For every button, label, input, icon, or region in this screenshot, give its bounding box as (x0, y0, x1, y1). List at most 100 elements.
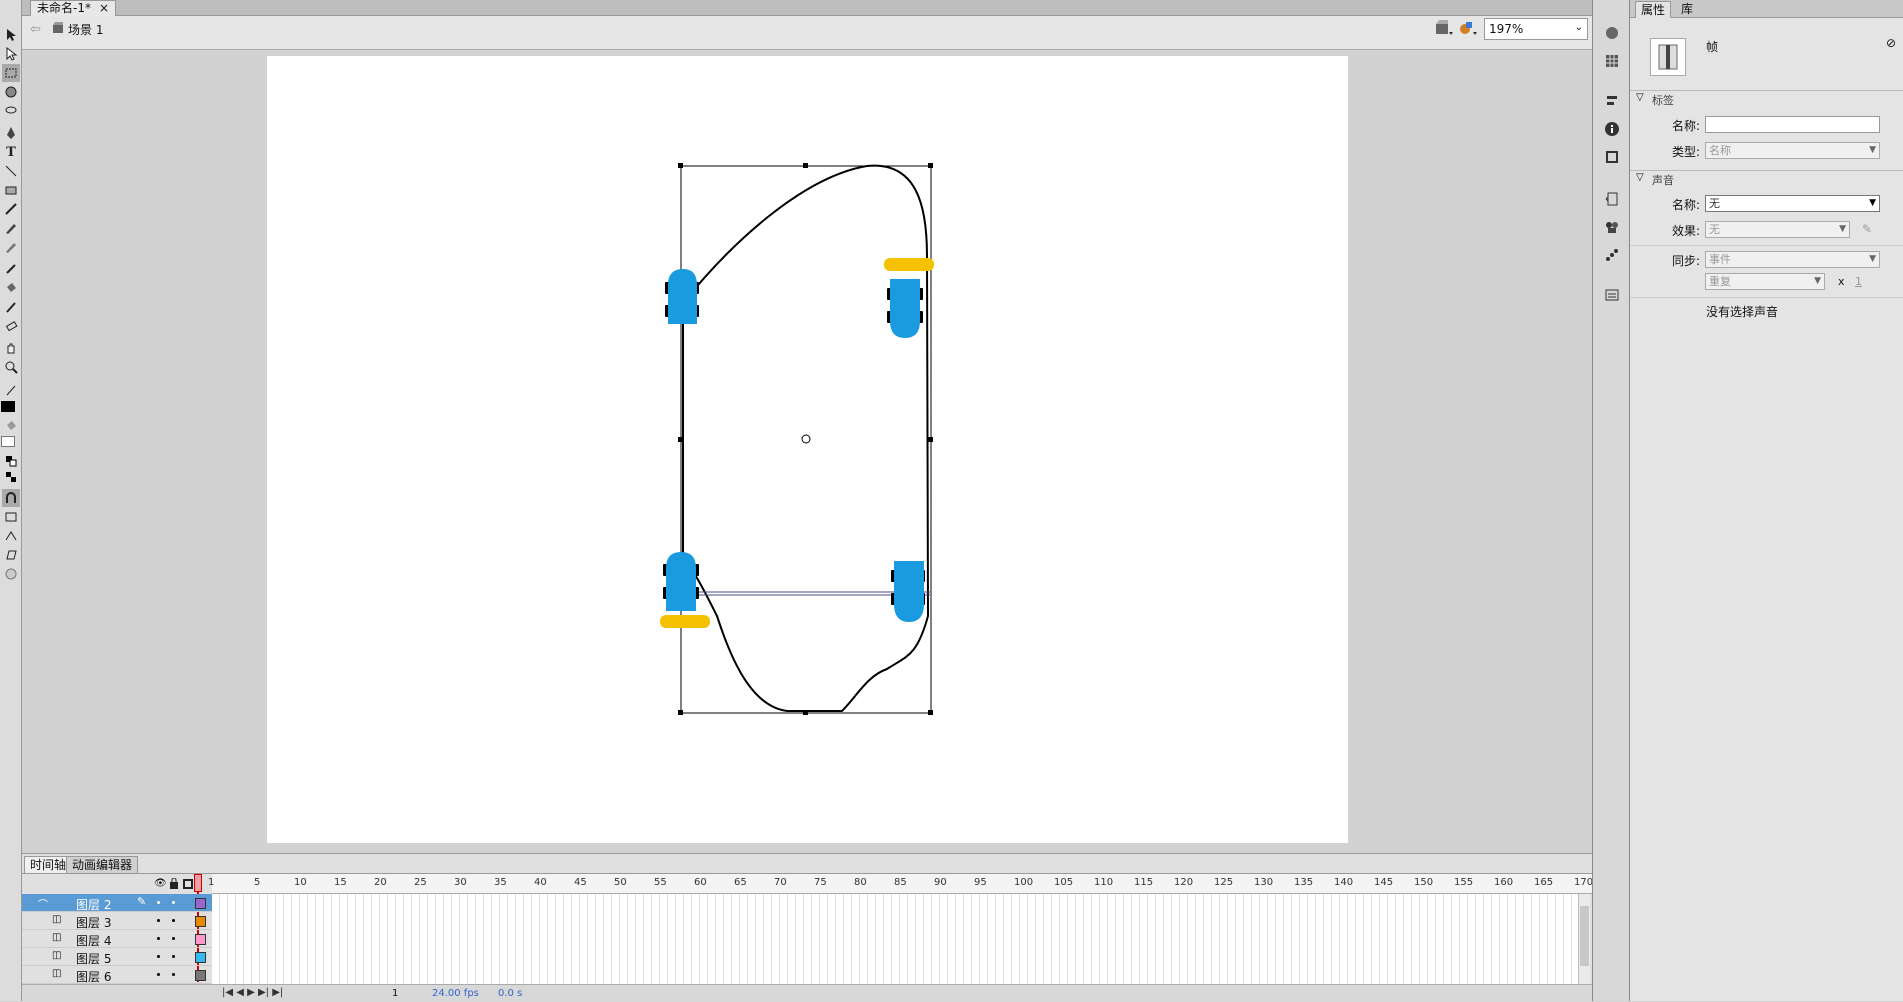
bone-tool-icon[interactable] (2, 260, 20, 278)
selection-tool-icon[interactable] (2, 26, 20, 44)
edit-symbols-icon[interactable] (1459, 20, 1479, 39)
edit-bar: ⇦ 场景 1 197% ⌄ (22, 16, 1592, 50)
label-type-label: 类型: (1671, 145, 1700, 159)
stroke-color-pencil-icon[interactable] (2, 381, 20, 399)
smooth-icon[interactable] (2, 508, 20, 526)
rotate-skew-icon[interactable] (2, 546, 20, 564)
lock-dot[interactable] (172, 919, 175, 922)
info-panel-icon[interactable] (1603, 120, 1621, 138)
visibility-dot[interactable] (157, 955, 160, 958)
visibility-dot[interactable] (157, 937, 160, 940)
pen-tool-icon[interactable] (2, 124, 20, 142)
layer-outline-color-swatch[interactable] (195, 898, 206, 909)
effect-value: 无 (1709, 223, 1720, 236)
stroke-color-swatch[interactable] (1, 401, 15, 412)
frame-rate[interactable]: 24.00 fps (432, 988, 479, 999)
eraser-tool-icon[interactable] (2, 317, 20, 335)
motion-presets-icon[interactable] (1603, 246, 1621, 264)
sound-name-select[interactable]: 无 ▼ (1705, 195, 1880, 212)
tab-timeline[interactable]: 时间轴 (24, 856, 73, 873)
snap-magnet-icon[interactable] (2, 489, 20, 507)
frames-grid[interactable] (212, 894, 1578, 984)
rectangle-tool-icon[interactable] (2, 181, 20, 199)
zoom-tool-icon[interactable] (2, 358, 20, 376)
color-panel-icon[interactable] (1603, 24, 1621, 42)
visibility-dot[interactable] (157, 973, 160, 976)
eye-icon[interactable]: 👁 (154, 878, 167, 889)
effect-select[interactable]: 无 ▼ (1705, 221, 1850, 238)
layer-outline-color-swatch[interactable] (195, 934, 206, 945)
swatches-panel-icon[interactable] (1603, 52, 1621, 70)
ruler-tick-label: 40 (534, 877, 547, 888)
layer-row[interactable]: ⌒ 图层 2 ✎ (22, 894, 212, 912)
tab-motion-editor[interactable]: 动画编辑器 (66, 856, 139, 873)
layer-row[interactable]: ◫ 图层 4 (22, 930, 212, 948)
lock-icon[interactable] (169, 877, 179, 892)
lock-dot[interactable] (172, 955, 175, 958)
fill-color-swatch[interactable] (1, 436, 15, 447)
hand-tool-icon[interactable] (2, 339, 20, 357)
sync-select[interactable]: 事件 ▼ (1705, 251, 1880, 268)
text-tool-icon[interactable]: T (2, 143, 20, 161)
stage-artwork[interactable] (267, 56, 1348, 843)
edit-envelope-pencil-icon[interactable]: ✎ (1862, 222, 1872, 236)
layer-row[interactable]: ◫ 图层 6 (22, 966, 212, 984)
back-arrow-icon[interactable]: ⇦ (30, 22, 41, 37)
stage-canvas[interactable] (267, 56, 1348, 843)
playhead-marker[interactable] (194, 874, 202, 892)
pencil-tool-icon[interactable] (2, 200, 20, 218)
repeat-count[interactable]: 1 (1855, 275, 1862, 288)
help-icon[interactable]: ⊘ (1886, 36, 1896, 50)
label-section-header[interactable]: ▽ 标签 (1630, 90, 1903, 107)
document-tab[interactable]: 未命名-1* × (30, 0, 117, 16)
close-icon[interactable]: × (99, 1, 109, 16)
swap-colors-icon[interactable] (2, 468, 20, 486)
scale-icon[interactable] (2, 565, 20, 583)
code-snippets-icon[interactable] (1603, 190, 1621, 208)
visibility-dot[interactable] (157, 919, 160, 922)
paint-bucket-tool-icon[interactable] (2, 279, 20, 297)
ruler-tick-label: 30 (454, 877, 467, 888)
edit-scene-icon[interactable] (1435, 20, 1455, 39)
straighten-icon[interactable] (2, 527, 20, 545)
history-panel-icon[interactable] (1603, 286, 1621, 304)
layer-outline-color-swatch[interactable] (195, 916, 206, 927)
brush-tool-icon[interactable] (2, 219, 20, 237)
label-name-input[interactable] (1705, 116, 1880, 133)
deco-tool-icon[interactable] (2, 238, 20, 256)
ruler-tick-label: 100 (1014, 877, 1034, 888)
repeat-select[interactable]: 重复 ▼ (1705, 273, 1825, 290)
layer-row[interactable]: ◫ 图层 5 (22, 948, 212, 966)
scene-label[interactable]: 场景 1 (68, 21, 103, 38)
lock-dot[interactable] (172, 901, 175, 904)
tab-library[interactable]: 库 (1676, 1, 1698, 18)
lock-dot[interactable] (172, 973, 175, 976)
lasso-tool-icon[interactable] (2, 102, 20, 120)
layer-row[interactable]: ◫ 图层 3 (22, 912, 212, 930)
outline-icon[interactable] (183, 879, 193, 889)
line-tool-icon[interactable] (2, 162, 20, 180)
align-panel-icon[interactable] (1603, 92, 1621, 110)
timeline-vertical-scrollbar[interactable] (1578, 894, 1590, 984)
stage-area[interactable] (22, 50, 1592, 853)
tab-properties[interactable]: 属性 (1635, 1, 1672, 18)
playback-controls-icon[interactable]: |◀ ◀ ▶ ▶| ▶| (222, 987, 283, 998)
sound-section-header[interactable]: ▽ 声音 (1630, 170, 1903, 187)
layer-outline-color-swatch[interactable] (195, 952, 206, 963)
components-panel-icon[interactable] (1603, 218, 1621, 236)
zoom-select[interactable]: 197% ⌄ (1484, 18, 1588, 40)
eyedropper-tool-icon[interactable] (2, 298, 20, 316)
free-transform-tool-icon[interactable] (2, 64, 20, 82)
label-section-title: 标签 (1652, 94, 1674, 107)
ruler-tick-label: 20 (374, 877, 387, 888)
transform-panel-icon[interactable] (1603, 148, 1621, 166)
visibility-dot[interactable] (157, 901, 160, 904)
label-type-select[interactable]: 名称 ▼ (1705, 142, 1880, 159)
frame-ruler[interactable]: 1 5 10 15 20 25 30 35 40 45 50 55 60 65 70 75 80 85 90 95 10… (208, 874, 1593, 894)
ruler-tick-label: 45 (574, 877, 587, 888)
3d-rotation-tool-icon[interactable] (2, 83, 20, 101)
subselection-tool-icon[interactable] (2, 45, 20, 63)
fill-color-bucket-icon[interactable] (2, 417, 20, 435)
layer-outline-color-swatch[interactable] (195, 970, 206, 981)
lock-dot[interactable] (172, 937, 175, 940)
